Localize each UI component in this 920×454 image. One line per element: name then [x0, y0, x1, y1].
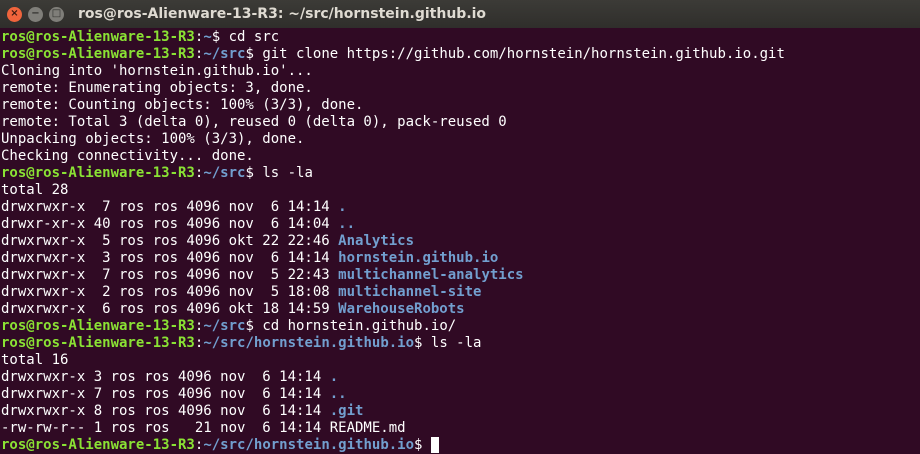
- prompt-user-host: ros@ros-Alienware-13-R3: [1, 335, 195, 351]
- directory-name: .git: [329, 403, 364, 419]
- terminal-text: drwxrwxr-x 8 ros ros 4096 nov 6 14:14: [1, 403, 330, 419]
- terminal-line: remote: Enumerating objects: 3, done.: [1, 80, 920, 97]
- terminal-text: drwxrwxr-x 2 ros ros 4096 nov 5 18:08: [1, 284, 339, 300]
- terminal-line: remote: Counting objects: 100% (3/3), do…: [1, 97, 920, 114]
- directory-name: multichannel-analytics: [338, 267, 524, 283]
- terminal-text: total 28: [1, 182, 69, 198]
- terminal-text: Checking connectivity... done.: [1, 148, 254, 164]
- terminal-line: ros@ros-Alienware-13-R3:~/src$ cd hornst…: [1, 318, 920, 335]
- prompt-path: ~/src/hornstein.github.io: [203, 335, 415, 351]
- terminal-line: drwxr-xr-x 40 ros ros 4096 nov 6 14:04 .…: [1, 216, 920, 233]
- directory-name: ..: [329, 386, 347, 402]
- directory-name: Analytics: [338, 233, 415, 249]
- terminal-line: ros@ros-Alienware-13-R3:~$ cd src: [1, 29, 920, 46]
- terminal-line: total 16: [1, 352, 920, 369]
- directory-name: .: [338, 199, 347, 215]
- terminal-text: $ ls -la: [414, 335, 482, 351]
- terminal-line: ros@ros-Alienware-13-R3:~/src$ ls -la: [1, 165, 920, 182]
- prompt-user-host: ros@ros-Alienware-13-R3: [1, 165, 195, 181]
- terminal-text: $ git clone https://github.com/hornstein…: [245, 46, 785, 62]
- terminal-text: Cloning into 'hornstein.github.io'...: [1, 63, 313, 79]
- terminal-line: drwxrwxr-x 8 ros ros 4096 nov 6 14:14 .g…: [1, 403, 920, 420]
- terminal-text: drwxrwxr-x 6 ros ros 4096 okt 18 14:59: [1, 301, 339, 317]
- close-button[interactable]: ×: [7, 6, 22, 22]
- terminal-text: $ cd src: [211, 29, 280, 45]
- directory-name: ..: [338, 216, 356, 232]
- prompt-user-host: ros@ros-Alienware-13-R3: [1, 29, 195, 45]
- terminal-line: drwxrwxr-x 5 ros ros 4096 okt 22 22:46 A…: [1, 233, 920, 250]
- terminal-line: remote: Total 3 (delta 0), reused 0 (del…: [1, 114, 920, 131]
- terminal-line: drwxrwxr-x 6 ros ros 4096 okt 18 14:59 W…: [1, 301, 920, 318]
- terminal-line: drwxrwxr-x 3 ros ros 4096 nov 6 14:14 ho…: [1, 250, 920, 267]
- minimize-button[interactable]: −: [28, 6, 43, 22]
- terminal-text: remote: Enumerating objects: 3, done.: [1, 80, 313, 96]
- prompt-path: ~/src: [203, 46, 246, 62]
- terminal-line: ros@ros-Alienware-13-R3:~/src/hornstein.…: [1, 437, 920, 454]
- terminal-text: remote: Total 3 (delta 0), reused 0 (del…: [1, 114, 507, 130]
- prompt-path: ~/src: [203, 318, 246, 334]
- prompt-user-host: ros@ros-Alienware-13-R3: [1, 318, 195, 334]
- terminal-text: total 16: [1, 352, 69, 368]
- terminal-line: drwxrwxr-x 3 ros ros 4096 nov 6 14:14 .: [1, 369, 920, 386]
- directory-name: .: [329, 369, 339, 385]
- window-title: ros@ros-Alienware-13-R3: ~/src/hornstein…: [78, 6, 487, 22]
- terminal-text: -rw-rw-r-- 1 ros ros 21 nov 6 14:14 READ…: [1, 420, 406, 436]
- terminal-text: drwxrwxr-x 7 ros ros 4096 nov 6 14:14: [1, 199, 339, 215]
- terminal-text: $ cd hornstein.github.io/: [245, 318, 457, 334]
- terminal-line: -rw-rw-r-- 1 ros ros 21 nov 6 14:14 READ…: [1, 420, 920, 437]
- terminal-line: drwxrwxr-x 2 ros ros 4096 nov 5 18:08 mu…: [1, 284, 920, 301]
- terminal-line: total 28: [1, 182, 920, 199]
- terminal-line: Cloning into 'hornstein.github.io'...: [1, 63, 920, 80]
- directory-name: hornstein.github.io: [338, 250, 499, 266]
- terminal-line: drwxrwxr-x 7 ros ros 4096 nov 6 14:14 .: [1, 199, 920, 216]
- terminal-line: Checking connectivity... done.: [1, 148, 920, 165]
- terminal-text: Unpacking objects: 100% (3/3), done.: [1, 131, 305, 147]
- directory-name: WarehouseRobots: [338, 301, 465, 317]
- terminal-text: drwxrwxr-x 3 ros ros 4096 nov 6 14:14: [1, 369, 330, 385]
- maximize-button[interactable]: □: [49, 6, 64, 22]
- terminal-text: drwxrwxr-x 5 ros ros 4096 okt 22 22:46: [1, 233, 339, 249]
- window-controls: × − □: [7, 6, 64, 22]
- terminal-text: remote: Counting objects: 100% (3/3), do…: [1, 97, 364, 113]
- terminal-text: drwxr-xr-x 40 ros ros 4096 nov 6 14:04: [1, 216, 339, 232]
- terminal-line: drwxrwxr-x 7 ros ros 4096 nov 5 22:43 mu…: [1, 267, 920, 284]
- title-bar[interactable]: × − □ ros@ros-Alienware-13-R3: ~/src/hor…: [0, 0, 920, 28]
- terminal-text: drwxrwxr-x 7 ros ros 4096 nov 5 22:43: [1, 267, 339, 283]
- prompt-path: ~/src: [203, 165, 246, 181]
- prompt-path: ~: [203, 29, 212, 45]
- terminal-line: drwxrwxr-x 7 ros ros 4096 nov 6 14:14 ..: [1, 386, 920, 403]
- prompt-user-host: ros@ros-Alienware-13-R3: [1, 46, 195, 62]
- terminal-line: ros@ros-Alienware-13-R3:~/src$ git clone…: [1, 46, 920, 63]
- terminal-text: $ ls -la: [245, 165, 313, 181]
- terminal-text: drwxrwxr-x 3 ros ros 4096 nov 6 14:14: [1, 250, 339, 266]
- terminal-line: Unpacking objects: 100% (3/3), done.: [1, 131, 920, 148]
- terminal-text: drwxrwxr-x 7 ros ros 4096 nov 6 14:14: [1, 386, 330, 402]
- directory-name: multichannel-site: [338, 284, 482, 300]
- terminal-line: ros@ros-Alienware-13-R3:~/src/hornstein.…: [1, 335, 920, 352]
- terminal-output[interactable]: ros@ros-Alienware-13-R3:~$ cd src ros@ros…: [0, 28, 920, 454]
